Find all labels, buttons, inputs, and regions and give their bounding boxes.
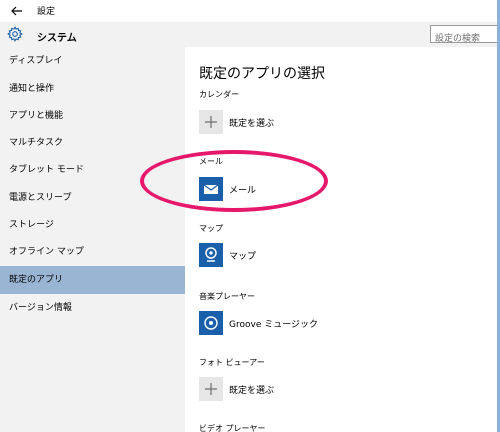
section-title: システム [37, 33, 77, 44]
maps-app-button[interactable]: マップ [199, 243, 309, 267]
category-label-photo-viewer: フォト ビューアー [199, 358, 265, 367]
sidebar-item-multitasking[interactable]: マルチタスク [0, 129, 185, 157]
title-bar: 設定 [0, 0, 500, 22]
category-label-music: 音楽プレーヤー [199, 292, 255, 301]
music-app-name: Groove ミュージック [229, 320, 319, 330]
search-input[interactable] [431, 31, 500, 47]
mail-app-name: メール [229, 186, 257, 196]
sidebar-item-notifications[interactable]: 通知と操作 [0, 75, 185, 103]
sidebar-item-apps-features[interactable]: アプリと機能 [0, 102, 185, 130]
window-title: 設定 [37, 7, 56, 17]
mail-icon [199, 177, 223, 201]
calendar-app-button[interactable]: 既定を選ぶ [199, 110, 309, 134]
sidebar-item-default-apps[interactable]: 既定のアプリ [0, 266, 185, 294]
search-box[interactable] [430, 25, 500, 47]
sidebar-item-tablet-mode[interactable]: タブレット モード [0, 156, 185, 184]
page-title: 既定のアプリの選択 [199, 66, 325, 82]
category-label-maps: マップ [199, 224, 223, 233]
sidebar-item-power-sleep[interactable]: 電源とスリープ [0, 184, 185, 212]
back-arrow-icon[interactable] [9, 3, 25, 19]
category-label-calendar: カレンダー [199, 90, 239, 99]
plus-icon [199, 110, 223, 134]
plus-icon [199, 377, 223, 401]
sidebar: ディスプレイ 通知と操作 アプリと機能 マルチタスク タブレット モード 電源と… [0, 47, 185, 432]
maps-app-name: マップ [229, 252, 257, 262]
gear-icon [7, 26, 23, 42]
category-label-mail: メール [199, 157, 223, 166]
calendar-app-name: 既定を選ぶ [229, 119, 275, 129]
sidebar-item-display[interactable]: ディスプレイ [0, 47, 185, 75]
photo-viewer-app-name: 既定を選ぶ [229, 386, 275, 396]
maps-icon [199, 243, 223, 267]
main-content [185, 47, 500, 432]
music-app-button[interactable]: Groove ミュージック [199, 311, 318, 335]
groove-music-icon [199, 311, 223, 335]
sidebar-item-offline-maps[interactable]: オフライン マップ [0, 238, 185, 266]
mail-app-button[interactable]: メール [199, 177, 309, 201]
photo-viewer-app-button[interactable]: 既定を選ぶ [199, 377, 309, 401]
sidebar-item-about[interactable]: バージョン情報 [0, 294, 185, 322]
category-label-video-player: ビデオ プレーヤー [199, 424, 266, 432]
sidebar-item-storage[interactable]: ストレージ [0, 211, 185, 239]
